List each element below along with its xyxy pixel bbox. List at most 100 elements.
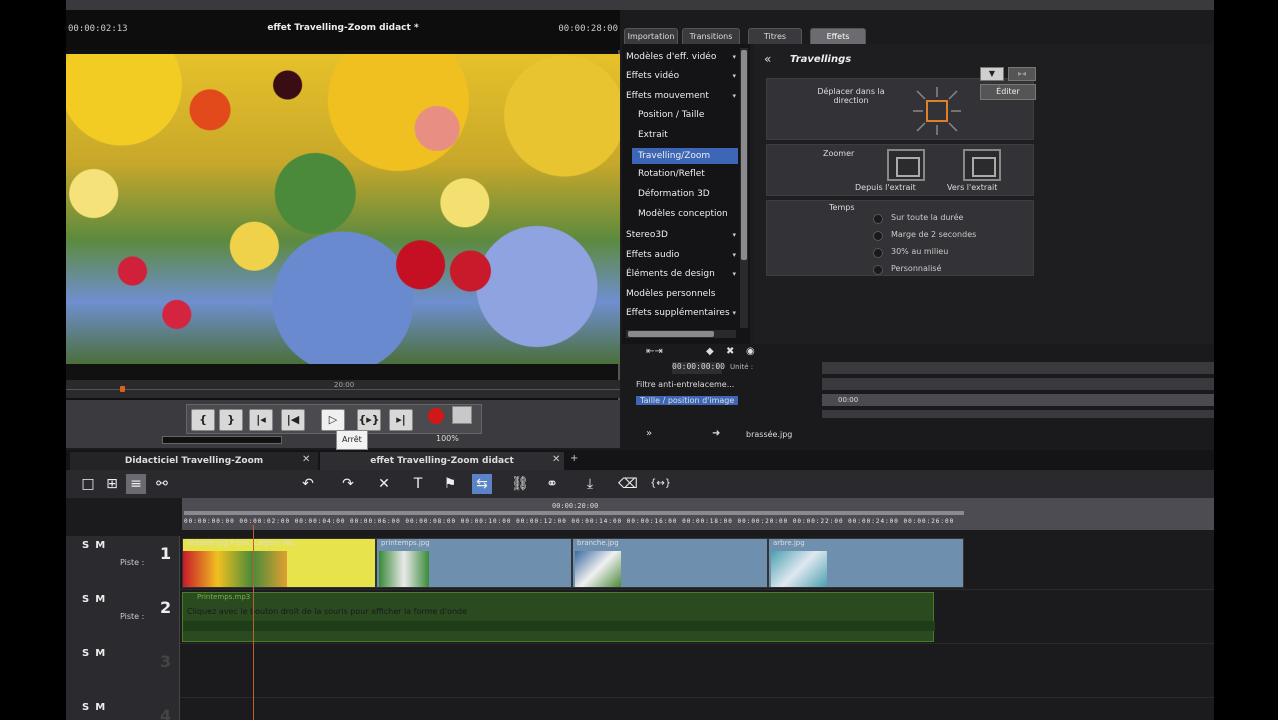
list-item[interactable]: Effets vidéo [626, 71, 679, 81]
link-icon[interactable]: ⛓ [510, 474, 530, 494]
list-item[interactable]: Modèles conception [638, 209, 728, 219]
add-keyframe-icon[interactable]: ◆ [706, 346, 714, 357]
group-icon[interactable]: ⚭ [542, 474, 562, 494]
list-item[interactable]: Extrait [638, 130, 668, 140]
direction-arrows-icon[interactable] [909, 83, 965, 139]
next-object-icon[interactable]: ➜ [712, 428, 720, 439]
preset-dropdown-button[interactable]: ▼ [980, 67, 1004, 81]
list-item[interactable]: Modèles d'eff. vidéo [626, 52, 716, 62]
mixer-icon[interactable]: ⚯ [152, 474, 172, 494]
keyframe-track-ruler[interactable] [822, 362, 1214, 374]
play-stop-button[interactable]: ▷ [321, 409, 345, 431]
tab-project-effet[interactable]: effet Travelling-Zoom didact [320, 452, 564, 470]
keyframe-time[interactable]: 00:00:00:00 [672, 362, 725, 374]
ruler-ticks: 00:00:00:00 00:00:02:00 00:00:04:00 00:0… [184, 518, 955, 525]
close-icon[interactable]: ✕ [552, 454, 560, 465]
delete-icon[interactable]: ✕ [374, 474, 394, 494]
add-tab-icon[interactable]: + [570, 453, 578, 464]
menu-bar [66, 0, 1214, 10]
radio-custom[interactable]: Personnalisé [873, 264, 941, 275]
list-item[interactable]: Effets audio [626, 250, 679, 260]
timeline-playhead[interactable] [253, 525, 254, 720]
range-icon[interactable]: {↔} [650, 474, 671, 494]
radio-full-duration[interactable]: Sur toute la durée [873, 213, 963, 224]
keyframe-panel: ⇤⇥ ◆ ✖ ◉ 00:00:00:00 Unité : Filtre anti… [622, 344, 1214, 448]
solo-mute-icons[interactable]: SM [82, 702, 111, 713]
keyframe-row[interactable]: Filtre anti-entrelaceme... [622, 378, 1214, 392]
keyframe-scrollbar[interactable] [822, 410, 1214, 418]
delete-keyframe-icon[interactable]: ✖ [726, 346, 734, 357]
clip-printemps[interactable]: printemps.jpg [376, 538, 572, 588]
back-arrows-icon[interactable]: « [764, 52, 771, 66]
preview-scrubber[interactable]: 20:00 [66, 380, 620, 398]
record-button[interactable] [428, 408, 444, 424]
timeline-mode-icon[interactable]: □ [78, 474, 98, 494]
close-icon[interactable]: ✕ [302, 454, 310, 465]
go-start-button[interactable]: |◀ [281, 409, 305, 431]
audio-clip-hint: Cliquez avec le bouton droit de la souri… [187, 607, 468, 616]
effects-list-scrollbar[interactable] [740, 48, 748, 328]
storyboard-mode-icon[interactable]: ⊞ [102, 474, 122, 494]
radio-2s-margin[interactable]: Marge de 2 secondes [873, 230, 976, 241]
preset-apply-button[interactable]: ▸◂ [1008, 67, 1036, 81]
mark-out-button[interactable]: } [219, 409, 243, 431]
undo-icon[interactable]: ↶ [298, 474, 318, 494]
effects-list-hscrollbar[interactable] [626, 330, 736, 338]
loop-button[interactable]: {▸} [357, 409, 381, 431]
move-label: Déplacer dans la direction [817, 87, 885, 105]
clip-branche[interactable]: branche.jpg [572, 538, 768, 588]
media-pool-tabs: Importation Transitions Titres Effets [622, 26, 1214, 44]
next-marker-button[interactable]: ▸| [389, 409, 413, 431]
marker-icon[interactable]: ⚑ [440, 474, 460, 494]
audio-clip[interactable]: Printemps.mp3 Cliquez avec le bouton dro… [182, 592, 935, 642]
zoom-level[interactable]: 100% [436, 434, 459, 443]
radio-30-middle[interactable]: 30% au milieu [873, 247, 948, 258]
tab-project-didacticiel[interactable]: Didacticiel Travelling-Zoom [70, 452, 318, 470]
clip-brassee[interactable]: brassée.jpg X-pos. Largeur Ha... [182, 538, 376, 588]
time-label: Temps [829, 203, 855, 212]
list-item[interactable]: Effets mouvement [626, 91, 709, 101]
cut-icon[interactable]: ⤓ [580, 474, 600, 494]
list-item[interactable]: Déformation 3D [638, 189, 710, 199]
list-item[interactable]: Modèles personnels [626, 289, 715, 299]
tab-importation[interactable]: Importation [624, 28, 678, 44]
list-item[interactable]: Effets supplémentaires [626, 308, 730, 318]
list-item[interactable]: Rotation/Reflet [638, 169, 705, 179]
zoom-to-icon[interactable] [963, 149, 1001, 181]
list-item-selected[interactable]: Travelling/Zoom [632, 148, 738, 164]
list-item[interactable]: Éléments de design [626, 269, 715, 279]
keyframe-row[interactable]: Taille / position d'image 00:00 [622, 394, 1214, 408]
track-number: 2 [160, 598, 172, 617]
eraser-icon[interactable]: ⌫ [618, 474, 638, 494]
volume-slider[interactable] [162, 436, 282, 444]
reset-keyframe-icon[interactable]: ◉ [746, 346, 755, 357]
timeline-ruler[interactable]: 00:00:20:00 00:00:00:00 00:00:02:00 00:0… [182, 498, 1214, 530]
effect-title: Travellings [790, 54, 852, 65]
text-icon[interactable]: T [408, 474, 428, 494]
redo-icon[interactable]: ↷ [338, 474, 358, 494]
collapse-icon[interactable]: » [646, 428, 652, 439]
solo-mute-icons[interactable]: SM [82, 540, 111, 551]
range-bar[interactable] [184, 511, 964, 515]
audio-clip-name: Printemps.mp3 [197, 593, 251, 601]
stop-button[interactable] [452, 406, 472, 424]
tab-effets[interactable]: Effets [810, 28, 866, 44]
tab-titres[interactable]: Titres [748, 28, 802, 44]
clip-arbre[interactable]: arbre.jpg [768, 538, 964, 588]
snap-icon[interactable]: ⇆ [472, 474, 492, 494]
list-item[interactable]: Position / Taille [638, 110, 704, 120]
tab-transitions[interactable]: Transitions [682, 28, 740, 44]
solo-mute-icons[interactable]: SM [82, 594, 111, 605]
zoom-from-icon[interactable] [887, 149, 925, 181]
track-header: SM Piste : 2 [66, 590, 180, 644]
effects-category-list: Modèles d'eff. vidéo ▾ Effets vidéo ▾ Ef… [622, 44, 750, 344]
track-header: SM Piste : 1 [66, 536, 180, 590]
scrub-marker[interactable] [120, 386, 125, 392]
solo-mute-icons[interactable]: SM [82, 648, 111, 659]
edit-button[interactable]: Éditer [980, 84, 1036, 100]
track-mode-icon[interactable]: ≡ [126, 474, 146, 494]
list-item[interactable]: Stereo3D [626, 230, 668, 240]
mark-in-button[interactable]: { [191, 409, 215, 431]
prev-marker-button[interactable]: |◂ [249, 409, 273, 431]
prev-next-keyframe-icon[interactable]: ⇤⇥ [646, 346, 663, 357]
